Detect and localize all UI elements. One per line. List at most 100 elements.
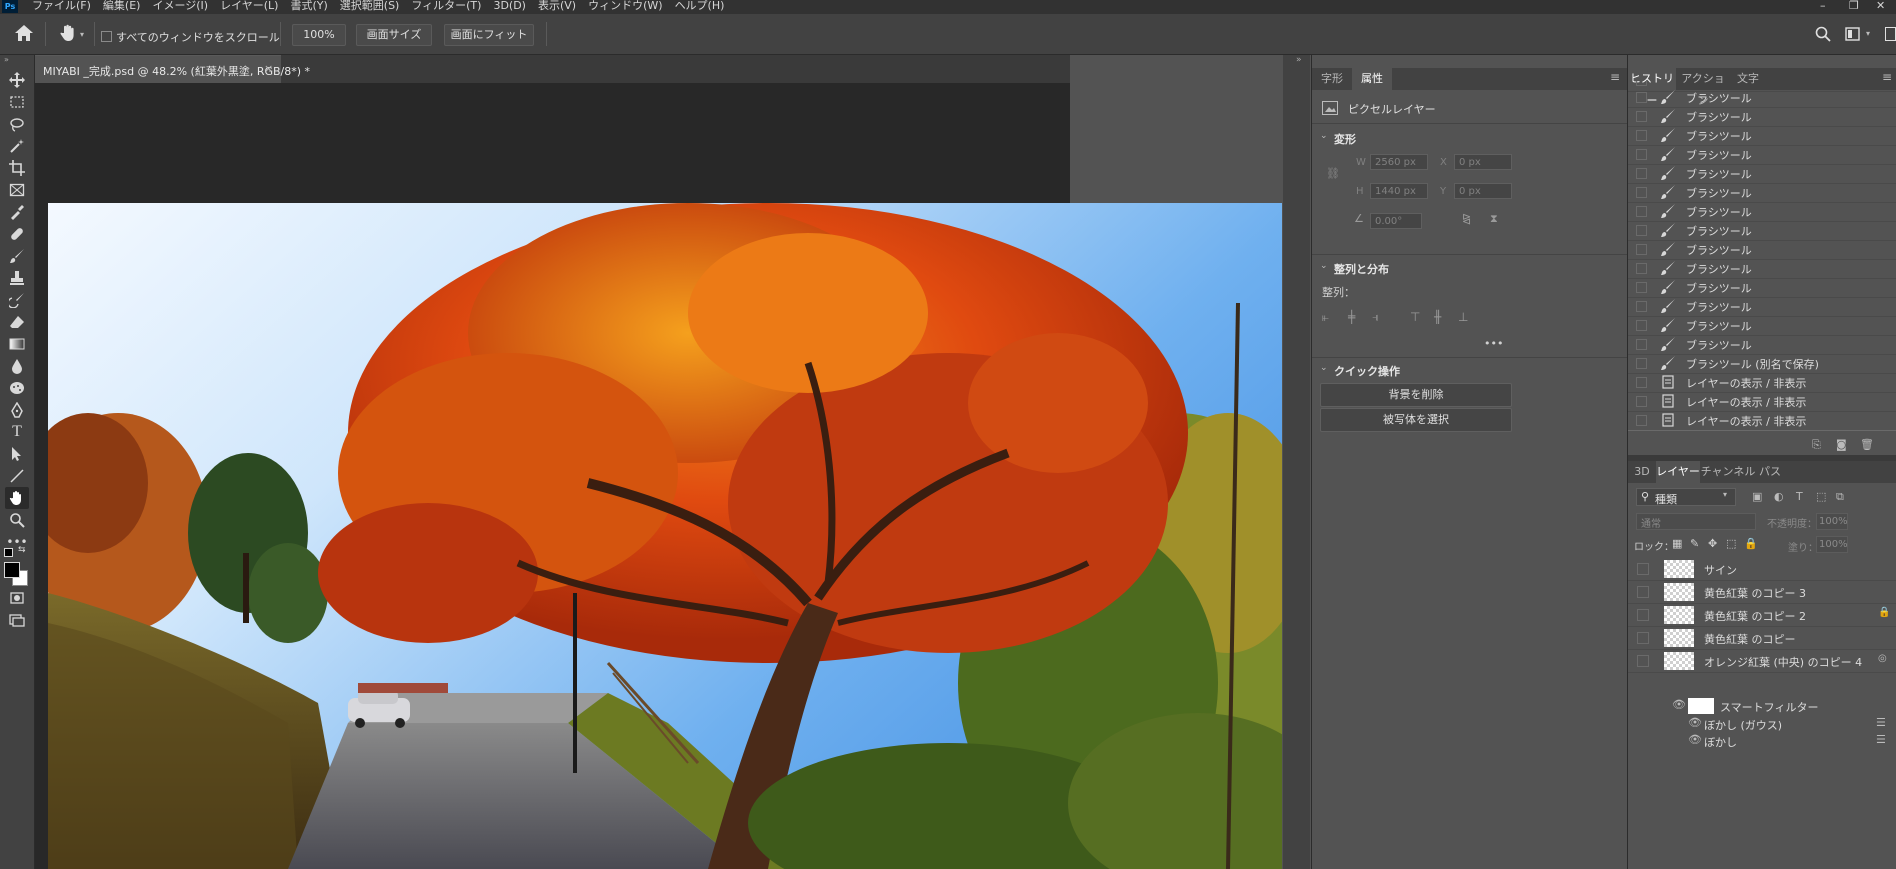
filter-pixel-icon[interactable]: ▣ — [1752, 490, 1762, 503]
history-checkbox[interactable] — [1636, 263, 1647, 274]
history-checkbox[interactable] — [1636, 282, 1647, 293]
tab-glyphs[interactable]: 字形 — [1312, 68, 1352, 90]
swap-colors-icon[interactable]: ⇆ — [18, 545, 26, 555]
angle-field[interactable]: 0.00° — [1370, 213, 1422, 229]
brush-tool-icon[interactable] — [5, 245, 29, 267]
hand-tool-option-icon[interactable] — [58, 23, 78, 46]
menu-type[interactable]: 書式(Y) — [290, 0, 327, 14]
photoshop-logo[interactable]: Ps — [2, 0, 18, 13]
history-checkbox[interactable] — [1636, 81, 1647, 86]
history-item[interactable]: ブラシツール — [1628, 107, 1896, 127]
history-item[interactable]: ブラシツール — [1628, 335, 1896, 355]
delete-icon[interactable]: 🗑 — [1860, 438, 1874, 451]
type-tool-icon[interactable]: T — [5, 421, 29, 443]
minimize-button[interactable]: – — [1820, 0, 1826, 12]
history-checkbox[interactable] — [1636, 187, 1647, 198]
panel-menu-icon[interactable]: ≡ — [1610, 70, 1620, 84]
menu-help[interactable]: ヘルプ(H) — [675, 0, 725, 14]
snapshot-camera-icon[interactable]: ◙ — [1836, 438, 1847, 451]
document-tab[interactable]: MIYABI _完成.psd @ 48.2% (紅葉外黒塗, RGB/8*) *… — [35, 55, 310, 84]
move-tool-icon[interactable] — [5, 69, 29, 91]
menu-3d[interactable]: 3D(D) — [493, 0, 526, 14]
layer-name[interactable]: 黄色紅葉 のコピー 3 — [1704, 585, 1806, 601]
menu-filter[interactable]: フィルター(T) — [411, 0, 481, 14]
smart-filter-mask-thumbnail[interactable] — [1688, 698, 1714, 714]
workspace-dropdown-icon[interactable]: ▾ — [1866, 29, 1870, 38]
zoom-100-button[interactable]: 100% — [292, 24, 346, 46]
close-window-button[interactable]: ✕ — [1876, 0, 1885, 12]
blend-mode-select[interactable]: 通常 — [1636, 513, 1756, 530]
history-checkbox[interactable] — [1636, 301, 1647, 312]
fill-screen-button[interactable]: 画面にフィット — [444, 24, 534, 46]
history-checkbox[interactable] — [1636, 320, 1647, 331]
marquee-tool-icon[interactable] — [5, 91, 29, 113]
layer-thumbnail[interactable] — [1664, 652, 1694, 670]
clone-stamp-tool-icon[interactable] — [5, 267, 29, 289]
align-chevron-icon[interactable]: ⌄ — [1320, 261, 1328, 271]
align-bottom-icon[interactable]: ⊥ — [1458, 310, 1468, 324]
history-checkbox[interactable] — [1636, 244, 1647, 255]
lock-artboard-icon[interactable]: ⬚ — [1726, 537, 1736, 550]
default-colors-icon[interactable] — [4, 548, 13, 557]
share-icon[interactable] — [1885, 27, 1896, 41]
eyedropper-tool-icon[interactable] — [5, 201, 29, 223]
layer-visibility-toggle[interactable] — [1637, 632, 1649, 644]
align-left-icon[interactable]: ⫦ — [1322, 310, 1329, 325]
history-item[interactable]: ブラシツール — [1628, 259, 1896, 279]
history-checkbox[interactable] — [1636, 168, 1647, 179]
layer-thumbnail[interactable] — [1664, 583, 1694, 601]
x-field[interactable]: 0 px — [1454, 154, 1512, 170]
history-item[interactable]: レイヤーの表示 / 非表示 — [1628, 373, 1896, 393]
history-checkbox[interactable] — [1636, 339, 1647, 350]
history-item[interactable]: ブラシツール — [1628, 202, 1896, 222]
layer-filter-select[interactable]: ⚲ 種類 ▾ — [1636, 488, 1736, 506]
history-item[interactable]: ブラシツール — [1628, 88, 1896, 108]
visibility-eye-icon[interactable]: 👁 — [1672, 698, 1686, 711]
sponge-tool-icon[interactable] — [5, 377, 29, 399]
menu-image[interactable]: イメージ(I) — [152, 0, 208, 14]
menu-window[interactable]: ウィンドウ(W) — [588, 0, 662, 14]
layer-row[interactable]: 黄色紅葉 のコピー — [1628, 626, 1896, 650]
history-checkbox[interactable] — [1636, 206, 1647, 217]
tab-paths[interactable]: パス — [1756, 461, 1784, 483]
filter-type-icon[interactable]: T — [1796, 490, 1803, 503]
layer-name[interactable]: 黄色紅葉 のコピー — [1704, 631, 1796, 647]
history-checkbox[interactable] — [1636, 358, 1647, 369]
menu-layer[interactable]: レイヤー(L) — [220, 0, 278, 14]
history-checkbox[interactable] — [1636, 149, 1647, 160]
history-item[interactable]: ブラシツール — [1628, 278, 1896, 298]
magic-wand-tool-icon[interactable] — [5, 135, 29, 157]
history-item[interactable]: ブラシツール — [1628, 183, 1896, 203]
align-vcenter-icon[interactable]: ╫ — [1434, 310, 1441, 324]
history-checkbox[interactable] — [1636, 225, 1647, 236]
layer-name[interactable]: 黄色紅葉 のコピー 2 — [1704, 608, 1806, 624]
flip-vertical-icon[interactable]: ⧗ — [1490, 212, 1498, 226]
filter-options-icon[interactable]: ☰ — [1876, 716, 1886, 729]
filter-options-icon[interactable]: ☰ — [1876, 733, 1886, 746]
filter-shape-icon[interactable]: ⬚ — [1816, 490, 1826, 503]
layer-visibility-toggle[interactable] — [1637, 655, 1649, 667]
pen-tool-icon[interactable] — [5, 399, 29, 421]
align-top-icon[interactable]: ⊤ — [1410, 310, 1420, 324]
filter-eye-icon[interactable]: 👁 — [1688, 716, 1702, 729]
history-item[interactable]: レイヤーの表示 / 非表示 — [1628, 411, 1896, 431]
filter-adjustment-icon[interactable]: ◐ — [1774, 490, 1784, 503]
tab-3d[interactable]: 3D — [1628, 461, 1656, 483]
history-item[interactable]: ブラシツール — [1628, 164, 1896, 184]
fit-screen-button[interactable]: 画面サイズ — [356, 24, 432, 46]
layer-row[interactable]: 黄色紅葉 のコピー 2 🔒 — [1628, 603, 1896, 627]
line-tool-icon[interactable] — [5, 465, 29, 487]
restore-button[interactable]: ❐ — [1849, 0, 1859, 12]
blur-tool-icon[interactable] — [5, 355, 29, 377]
more-options-icon[interactable]: ••• — [1484, 337, 1503, 350]
menu-view[interactable]: 表示(V) — [538, 0, 576, 14]
quick-mask-icon[interactable] — [5, 587, 29, 609]
foreground-color-swatch[interactable] — [4, 562, 20, 578]
y-field[interactable]: 0 px — [1454, 183, 1512, 199]
path-selection-tool-icon[interactable] — [5, 443, 29, 465]
tab-properties[interactable]: 属性 — [1352, 68, 1392, 90]
history-item[interactable]: ブラシツール — [1628, 240, 1896, 260]
workspace-icon[interactable] — [1845, 27, 1863, 44]
layer-row[interactable]: サイン — [1628, 557, 1896, 581]
crop-tool-icon[interactable] — [5, 157, 29, 179]
